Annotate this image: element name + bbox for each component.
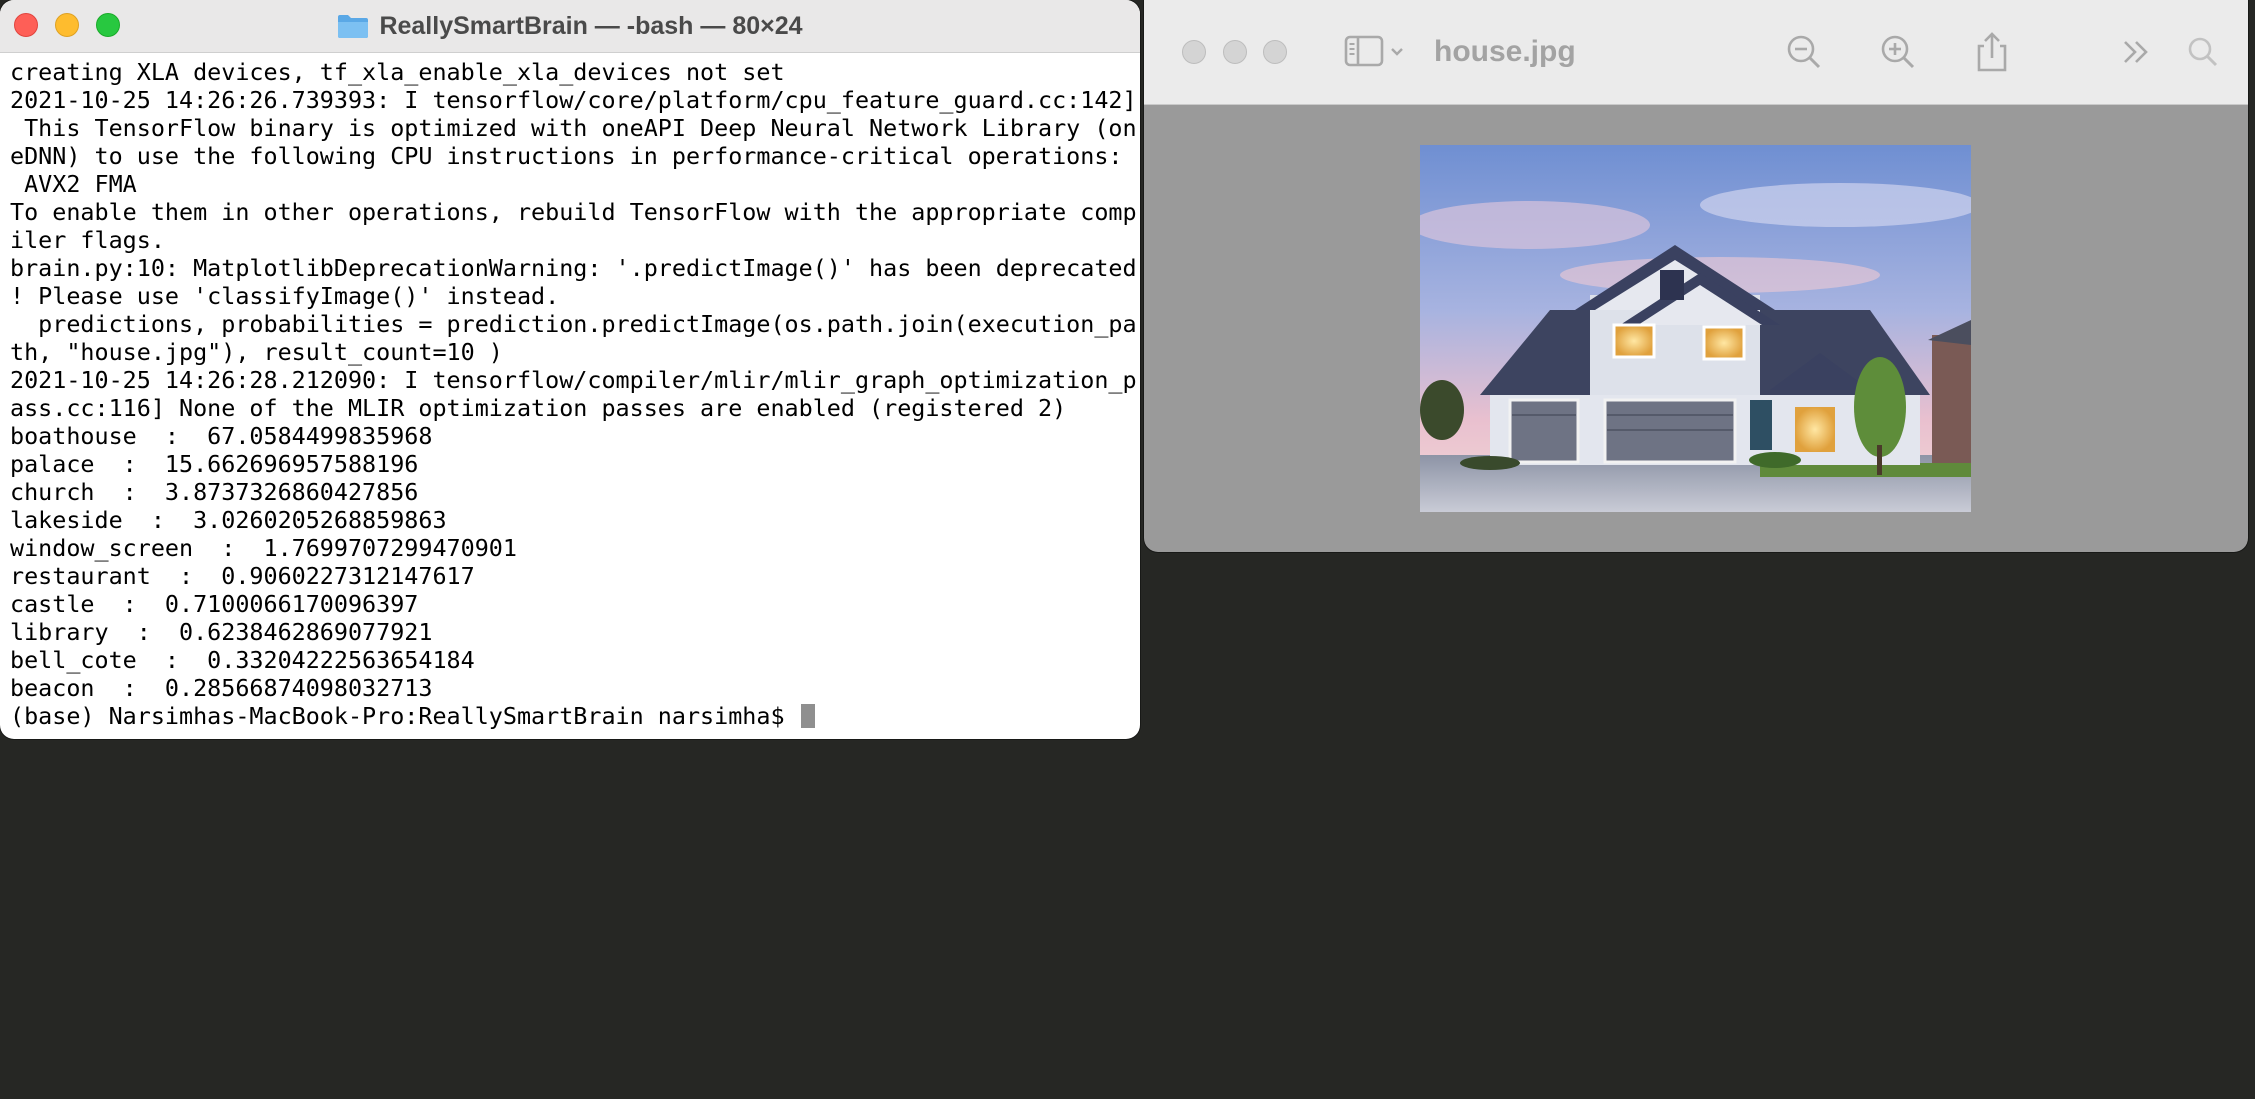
terminal-window[interactable]: ReallySmartBrain — -bash — 80×24 creatin… <box>0 0 1140 739</box>
terminal-line: palace : 15.662696957588196 <box>10 450 419 478</box>
terminal-line: th, "house.jpg"), result_count=10 ) <box>10 338 503 366</box>
close-button[interactable] <box>1182 40 1206 64</box>
terminal-line: ass.cc:116] None of the MLIR optimizatio… <box>10 394 1067 422</box>
terminal-line: brain.py:10: MatplotlibDeprecationWarnin… <box>10 254 1137 282</box>
sidebar-toggle-button[interactable] <box>1340 28 1410 76</box>
more-tools-button[interactable] <box>2112 28 2162 76</box>
terminal-line: creating XLA devices, tf_xla_enable_xla_… <box>10 58 785 86</box>
document-title: house.jpg <box>1434 35 1576 68</box>
terminal-line: 2021-10-25 14:26:28.212090: I tensorflow… <box>10 366 1137 394</box>
terminal-prompt-line[interactable]: (base) Narsimhas-MacBook-Pro:ReallySmart… <box>10 702 1134 730</box>
terminal-line: This TensorFlow binary is optimized with… <box>10 114 1137 142</box>
terminal-line: beacon : 0.28566874098032713 <box>10 674 433 702</box>
terminal-output[interactable]: creating XLA devices, tf_xla_enable_xla_… <box>10 58 1137 739</box>
share-button[interactable] <box>1966 28 2018 76</box>
terminal-line: window_screen : 1.7699707299470901 <box>10 534 517 562</box>
terminal-title: ReallySmartBrain — -bash — 80×24 <box>379 11 803 40</box>
terminal-titlebar[interactable]: ReallySmartBrain — -bash — 80×24 <box>0 0 1140 53</box>
terminal-line: bell_cote : 0.33204222563654184 <box>10 646 475 674</box>
house-photo <box>1420 145 1971 512</box>
terminal-line: ! Please use 'classifyImage()' instead. <box>10 282 560 310</box>
zoom-in-icon <box>1881 35 1915 69</box>
zoom-out-button[interactable] <box>1778 28 1830 76</box>
preview-window[interactable]: house.jpg <box>1144 0 2248 552</box>
zoom-in-button[interactable] <box>1872 28 1924 76</box>
sidebar-icon <box>1344 35 1403 67</box>
preview-toolbar[interactable]: house.jpg <box>1144 0 2248 105</box>
terminal-line: eDNN) to use the following CPU instructi… <box>10 142 1123 170</box>
terminal-line: castle : 0.7100066170096397 <box>10 590 419 618</box>
search-button[interactable] <box>2178 28 2228 76</box>
terminal-line: church : 3.8737326860427856 <box>10 478 419 506</box>
terminal-line: restaurant : 0.9060227312147617 <box>10 562 475 590</box>
folder-icon <box>338 15 369 38</box>
terminal-line: library : 0.6238462869077921 <box>10 618 433 646</box>
share-icon <box>1977 32 2007 72</box>
terminal-title-group: ReallySmartBrain — -bash — 80×24 <box>0 0 1140 52</box>
maximize-button[interactable] <box>1263 40 1287 64</box>
terminal-line: iler flags. <box>10 226 165 254</box>
terminal-line: To enable them in other operations, rebu… <box>10 198 1137 226</box>
terminal-line: 2021-10-25 14:26:26.739393: I tensorflow… <box>10 86 1137 114</box>
minimize-button[interactable] <box>1223 40 1247 64</box>
house-image <box>1420 145 1971 512</box>
terminal-line: AVX2 FMA <box>10 170 137 198</box>
search-icon <box>2188 37 2218 67</box>
terminal-line: boathouse : 67.0584499835968 <box>10 422 433 450</box>
terminal-line: predictions, probabilities = prediction.… <box>10 310 1137 338</box>
shell-prompt: (base) Narsimhas-MacBook-Pro:ReallySmart… <box>10 702 799 730</box>
terminal-line: lakeside : 3.0260205268859863 <box>10 506 447 534</box>
zoom-out-icon <box>1787 35 1821 69</box>
chevron-double-right-icon <box>2124 41 2148 63</box>
text-cursor <box>800 704 815 728</box>
